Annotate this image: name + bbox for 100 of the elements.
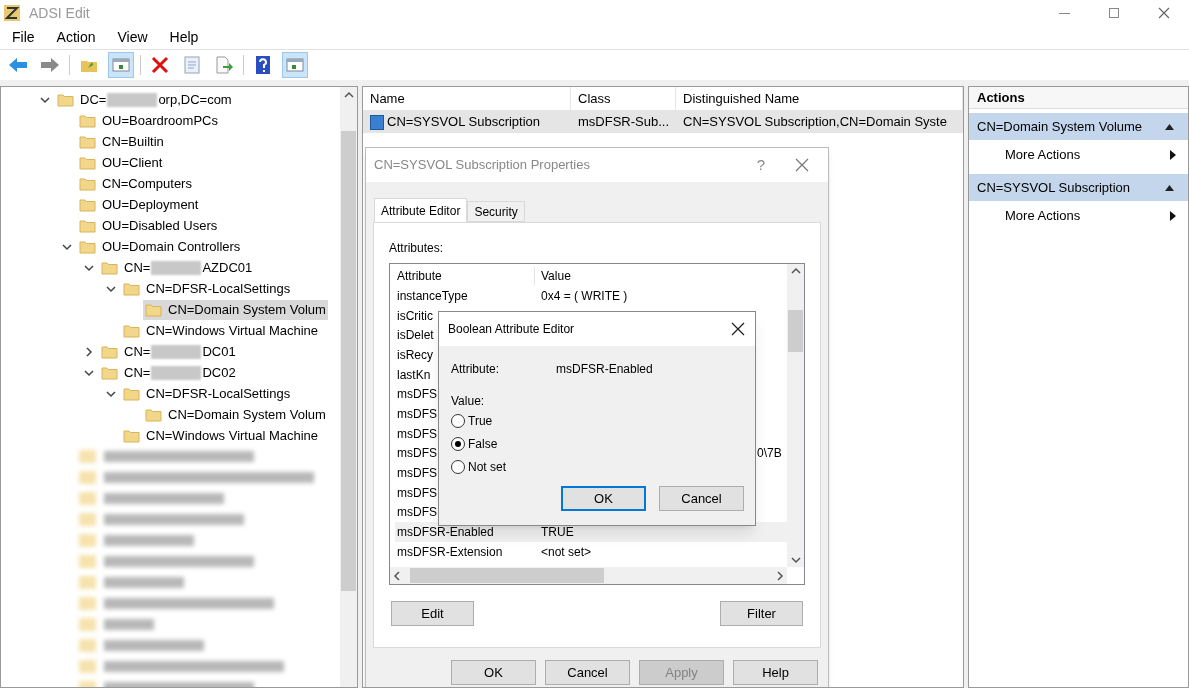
attribute-name: instanceType: [396, 287, 469, 305]
column-header[interactable]: Value: [535, 267, 571, 285]
dialog-button[interactable]: Filter: [720, 601, 803, 626]
actions-header: Actions: [969, 87, 1188, 109]
action-section-header[interactable]: CN=Domain System Volume: [969, 113, 1188, 140]
tree-item-label: CN=Builtin: [102, 132, 164, 151]
scrollbar-thumb[interactable]: [341, 131, 356, 591]
tree-item-label: DC01: [202, 342, 236, 361]
action-pane-icon: [286, 57, 304, 73]
tree-item[interactable]: OU=Domain Controllers: [77, 236, 243, 257]
scrollbar-thumb[interactable]: [410, 568, 604, 583]
dialog-title: CN=SYSVOL Subscription Properties: [374, 156, 590, 175]
attribute-row[interactable]: msDFSR-Extension <not set>: [395, 541, 787, 562]
redacted-blur: [151, 344, 202, 359]
radio-button[interactable]: [451, 414, 465, 428]
dialog-button[interactable]: Help: [733, 660, 818, 685]
folder-icon: [123, 386, 140, 401]
scrollbar-thumb[interactable]: [788, 309, 803, 352]
chevron-down-icon[interactable]: [84, 367, 94, 378]
folder-icon: [79, 134, 96, 149]
action-item[interactable]: More Actions: [969, 140, 1188, 170]
tree-item-label: CN=: [124, 258, 151, 277]
collapse-icon[interactable]: [1165, 123, 1174, 130]
chevron-down-icon[interactable]: [84, 262, 94, 273]
tree-item[interactable]: CN= AZDC01: [99, 257, 255, 278]
attribute-name: isCritic: [396, 307, 433, 325]
tree-item-label: OU=Domain Controllers: [102, 237, 241, 256]
column-header[interactable]: Attribute: [395, 267, 535, 285]
column-header[interactable]: Class: [571, 87, 676, 110]
scrollbar[interactable]: [340, 87, 357, 687]
toolbar-button[interactable]: [282, 52, 308, 78]
dialog-title: Boolean Attribute Editor: [448, 321, 575, 338]
tree-item[interactable]: CN= DC01: [99, 341, 238, 362]
help-button[interactable]: ?: [746, 153, 776, 177]
radio-button[interactable]: [451, 437, 465, 451]
folder-icon: [123, 428, 140, 443]
radio-button[interactable]: [451, 460, 465, 474]
redacted-blur: [151, 365, 202, 380]
tree-item[interactable]: CN=Computers: [77, 173, 194, 194]
attribute-value: <not set>: [540, 543, 592, 561]
tree-item[interactable]: CN=DFSR-LocalSettings: [121, 278, 293, 299]
dialog-button[interactable]: OK: [561, 486, 646, 511]
chevron-right-icon[interactable]: [84, 346, 94, 357]
tree-item-label: OU=Deployment: [102, 195, 199, 214]
tree-item[interactable]: OU=Client: [77, 152, 165, 173]
tree-item[interactable]: CN= DC02: [99, 362, 238, 383]
dialog-button[interactable]: OK: [451, 660, 536, 685]
app-logo-icon: [3, 4, 21, 22]
tree-item[interactable]: CN=Domain System Volum: [143, 299, 328, 320]
tree-item[interactable]: CN=Windows Virtual Machine: [121, 320, 321, 341]
folder-icon: [101, 260, 118, 275]
chevron-down-icon[interactable]: [40, 94, 50, 105]
tree-item-label: CN=DFSR-LocalSettings: [146, 279, 291, 298]
collapse-icon[interactable]: [1165, 184, 1174, 191]
field-value: msDFSR-Enabled: [556, 361, 653, 378]
dialog-button[interactable]: Edit: [391, 601, 474, 626]
tab[interactable]: Attribute Editor: [374, 198, 468, 222]
scrollbar[interactable]: [787, 264, 804, 567]
dialog-button[interactable]: Cancel: [545, 660, 630, 685]
column-header[interactable]: Distinguished Name: [676, 87, 963, 110]
tree-item[interactable]: OU=Disabled Users: [77, 215, 220, 236]
tree-item[interactable]: OU=BoardroomPCs: [77, 110, 220, 131]
chevron-down-icon[interactable]: [106, 388, 116, 399]
section-title: CN=SYSVOL Subscription: [977, 178, 1131, 197]
tree-item[interactable]: CN=Domain System Volum: [143, 404, 328, 425]
window-title: ADSI Edit: [29, 3, 90, 23]
dialog-button[interactable]: Cancel: [659, 486, 744, 511]
menu-item[interactable]: Help: [169, 27, 199, 48]
chevron-down-icon[interactable]: [62, 241, 72, 252]
folder-icon: [145, 407, 162, 422]
object-icon: [370, 114, 384, 130]
scrollbar[interactable]: [390, 567, 787, 584]
help-icon: [255, 55, 271, 75]
tree-item[interactable]: CN=DFSR-LocalSettings: [121, 383, 293, 404]
tree-item[interactable]: DC= orp,DC=com: [55, 89, 234, 110]
tree-item[interactable]: OU=Deployment: [77, 194, 201, 215]
menu-item[interactable]: Action: [56, 27, 96, 48]
column-header[interactable]: Name: [363, 87, 571, 110]
tree-item-label: CN=Computers: [102, 174, 192, 193]
tree-item[interactable]: CN=Windows Virtual Machine: [121, 425, 321, 446]
tab[interactable]: Security: [467, 201, 525, 222]
attribute-name: msDFS: [396, 445, 437, 463]
tree-item-label: CN=Windows Virtual Machine: [146, 321, 319, 340]
attribute-row[interactable]: instanceType 0x4 = ( WRITE ): [395, 286, 787, 306]
tree-item[interactable]: CN=Builtin: [77, 131, 166, 152]
menu-item[interactable]: File: [12, 27, 35, 48]
properties-icon: [184, 56, 200, 74]
menu-item[interactable]: View: [117, 27, 148, 48]
attribute-name: msDFSR-Extension: [396, 543, 504, 561]
folder-icon: [79, 155, 96, 170]
list-row[interactable]: CN=SYSVOL Subscription msDFSR-Sub... CN=SYSVOL Subscription,CN=Domain Syste: [363, 111, 963, 133]
toolbar-button[interactable]: [108, 52, 134, 78]
action-item[interactable]: More Actions: [969, 201, 1188, 231]
chevron-down-icon[interactable]: [106, 283, 116, 294]
close-icon[interactable]: [731, 322, 745, 336]
radio-label: True: [468, 413, 493, 430]
action-section-header[interactable]: CN=SYSVOL Subscription: [969, 174, 1188, 201]
radio-label: False: [468, 436, 498, 453]
table-cell-text: msDFSR-Sub...: [577, 113, 670, 132]
redacted-blur: [107, 92, 158, 107]
